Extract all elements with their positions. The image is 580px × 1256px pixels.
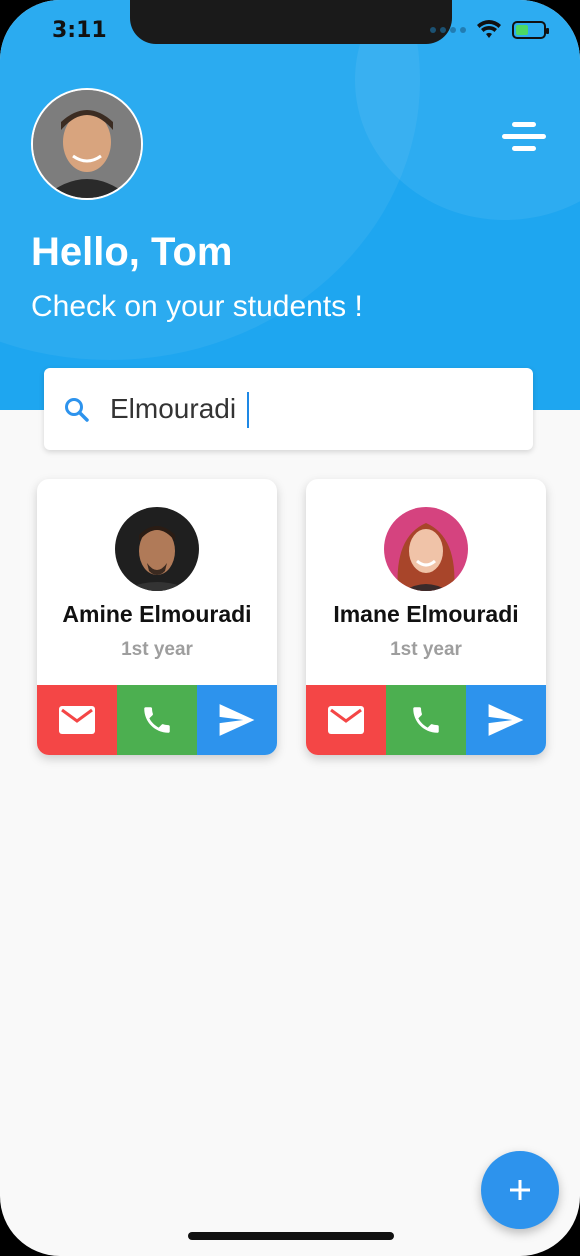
- device-notch: [130, 0, 452, 44]
- call-button[interactable]: [117, 685, 197, 755]
- greeting-title: Hello, Tom: [31, 230, 233, 274]
- profile-avatar[interactable]: [31, 88, 143, 200]
- menu-icon[interactable]: [502, 122, 546, 152]
- plus-icon: [510, 1180, 530, 1200]
- search-bar[interactable]: [44, 368, 533, 450]
- search-icon: [65, 398, 89, 422]
- app-screen: Hello, Tom Check on your students ! 3:11: [0, 0, 580, 1256]
- send-button[interactable]: [466, 685, 546, 755]
- mail-icon: [59, 706, 95, 734]
- header: Hello, Tom Check on your students !: [0, 0, 580, 410]
- card-actions: [306, 685, 546, 755]
- signal-icon: [430, 27, 466, 33]
- text-cursor: [247, 392, 249, 428]
- mail-button[interactable]: [306, 685, 386, 755]
- card-actions: [37, 685, 277, 755]
- student-year: 1st year: [390, 639, 462, 660]
- student-avatar: [384, 507, 468, 591]
- greeting-subtitle: Check on your students !: [31, 290, 363, 323]
- student-name: Imane Elmouradi: [333, 601, 519, 627]
- call-button[interactable]: [386, 685, 466, 755]
- battery-icon: [512, 21, 549, 39]
- mail-button[interactable]: [37, 685, 117, 755]
- send-icon: [488, 704, 524, 736]
- send-icon: [219, 704, 255, 736]
- home-indicator: [188, 1232, 394, 1240]
- mail-icon: [328, 706, 364, 734]
- wifi-icon: [477, 20, 501, 38]
- send-button[interactable]: [197, 685, 277, 755]
- student-card[interactable]: Amine Elmouradi 1st year: [37, 479, 277, 755]
- search-input[interactable]: [110, 382, 510, 436]
- student-year: 1st year: [121, 639, 193, 660]
- phone-icon: [144, 707, 170, 733]
- student-card[interactable]: Imane Elmouradi 1st year: [306, 479, 546, 755]
- add-student-button[interactable]: [481, 1151, 559, 1229]
- student-avatar: [115, 507, 199, 591]
- student-name: Amine Elmouradi: [62, 601, 252, 627]
- phone-icon: [413, 707, 439, 733]
- status-time: 3:11: [52, 18, 107, 43]
- status-indicators: [430, 20, 549, 40]
